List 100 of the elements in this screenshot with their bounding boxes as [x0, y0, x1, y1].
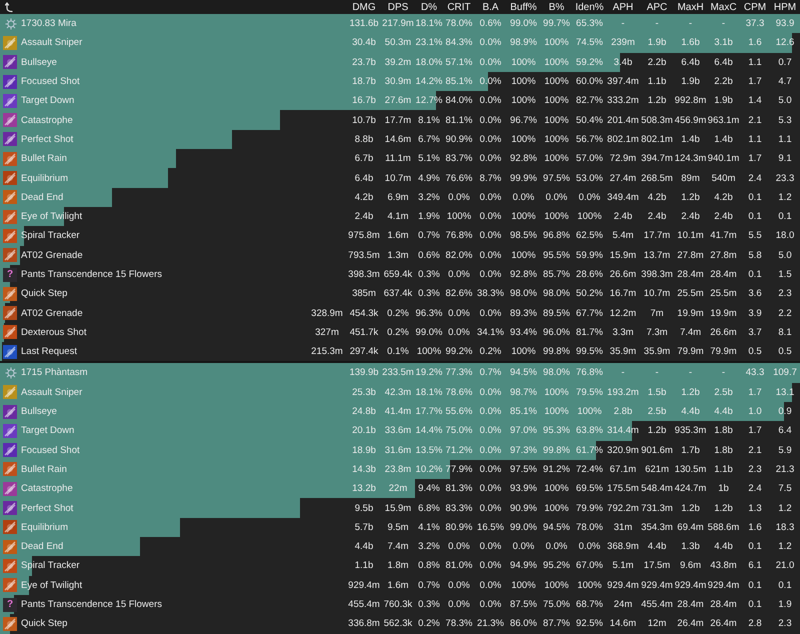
table-cell-text: 12.2m	[608, 308, 638, 319]
table-cell-text: 78.0%	[444, 18, 474, 30]
table-cell-text: 2.4	[747, 483, 763, 494]
table-cell-text: 97.5%	[542, 172, 571, 184]
table-cell-text: 1.1b	[646, 76, 668, 88]
table-cell-text: 6.4b	[354, 172, 374, 184]
table-cell-text: 1.2b	[646, 425, 668, 436]
table-cell-text: 35.9m	[608, 346, 638, 358]
table-cell-text: 82.6%	[444, 288, 474, 300]
table-cell-text: 77.3%	[444, 367, 474, 378]
column-header[interactable]: DMG	[346, 2, 382, 12]
table-cell-text: 0.0%	[544, 192, 568, 203]
table-cell-text: 65.3%	[575, 18, 604, 30]
table-cell-text: 760.3k	[382, 599, 414, 610]
table-cell: 268.5m	[640, 172, 674, 184]
table-cell-text: -	[620, 18, 626, 30]
column-header[interactable]: HPM	[770, 2, 800, 12]
table-cell-text: 100%	[543, 37, 570, 48]
table-cell-text: 24m	[612, 599, 634, 610]
table-cell-text: 0.0%	[478, 230, 502, 242]
table-cell-text: 82.7%	[575, 95, 604, 106]
table-cell: 130.5m	[674, 464, 707, 475]
column-header[interactable]: CPM	[740, 2, 770, 12]
table-cell-text: 2.2b	[646, 56, 668, 68]
table-cell-text: 14.6m	[384, 134, 412, 145]
table-cell-text: 1.1	[777, 134, 793, 145]
column-header[interactable]: APH	[606, 2, 640, 12]
table-cell-text: 42.3m	[384, 386, 412, 398]
column-header[interactable]: MaxC	[707, 2, 740, 12]
column-header[interactable]: Buff%	[507, 2, 540, 12]
table-cell-text: 85.1%	[509, 406, 538, 418]
table-cell-text: 2.2	[777, 308, 793, 319]
table-cell-text: 98.0%	[542, 288, 571, 300]
table-cell-text: 67.7%	[575, 308, 604, 319]
table-cell-text: 1.2b	[713, 502, 734, 514]
table-cell-text: 2.4b	[354, 211, 374, 222]
table-cell-text: 215.3m	[310, 346, 344, 358]
table-cell-text: 63.8%	[575, 425, 604, 436]
table-cell-text: 1.7b	[680, 444, 701, 456]
table-cell-text: 97.5%	[509, 464, 538, 475]
table-cell-text: 1.2b	[646, 95, 668, 106]
table-cell-text: 99.0%	[509, 18, 538, 30]
table-cell-text: 10.1m	[676, 230, 705, 242]
table-cell-text: 99.8%	[542, 444, 571, 456]
column-header[interactable]: Iden%	[573, 2, 606, 12]
class-emblem-icon	[5, 366, 17, 379]
table-cell-text: 17.7m	[384, 114, 412, 126]
table-cell-text: 328.9m	[310, 308, 344, 319]
table-cell-text: 26.6m	[608, 269, 638, 280]
table-cell-text: 90.9%	[509, 502, 538, 514]
table-cell: 802.1m	[640, 134, 674, 145]
column-header[interactable]: DPS	[382, 2, 414, 12]
column-header[interactable]: MaxH	[674, 2, 707, 12]
table-cell: 508.3m	[640, 114, 674, 126]
column-header[interactable]: D%	[414, 2, 444, 12]
table-cell-text: 1.2b	[680, 192, 701, 203]
table-cell: 175.5m	[606, 483, 640, 494]
table-cell-text: 27.8m	[676, 250, 705, 261]
skill-name: Dexterous Shot	[21, 326, 86, 338]
table-cell-text: 0.2%	[386, 308, 410, 319]
skill-name: Pants Transcendence 15 Flowers	[21, 599, 162, 610]
table-cell-text: 2.5b	[646, 406, 668, 418]
table-cell-text: 60.0%	[575, 76, 604, 88]
table-cell: 901.6m	[640, 444, 674, 456]
table-cell-text: 62.5%	[575, 230, 604, 242]
table-cell: 456.9m	[674, 114, 707, 126]
skill-name: Pants Transcendence 15 Flowers	[21, 269, 162, 280]
table-cell: 929.4m	[640, 580, 674, 591]
table-cell-text: 83.3%	[444, 502, 474, 514]
table-cell-text: 5.1m	[611, 560, 635, 572]
table-cell-text: 100%	[510, 56, 537, 68]
table-cell-text: 98.0%	[509, 288, 538, 300]
table-cell-text: 0.5	[777, 346, 793, 358]
table-cell-text: 85.1%	[444, 76, 474, 88]
table-cell-text: 0.1	[777, 211, 793, 222]
table-cell-text: 0.1	[747, 599, 763, 610]
table-cell-text: 1.8b	[713, 425, 734, 436]
skill-name: AT02 Grenade	[21, 308, 83, 319]
return-arrow-icon[interactable]	[5, 2, 14, 12]
column-header[interactable]: B%	[540, 2, 573, 12]
table-cell-text: 100%	[510, 211, 537, 222]
table-cell-text: 1.4b	[713, 134, 734, 145]
table-cell-text: 4.4b	[713, 406, 734, 418]
table-cell-text: 1.6	[747, 522, 763, 533]
table-cell-text: 1.7	[747, 386, 763, 398]
table-cell-text: 454.3k	[348, 308, 380, 319]
table-cell-text: 100%	[510, 250, 537, 261]
column-header[interactable]: APC	[640, 2, 674, 12]
table-cell-text: 1.2b	[680, 386, 701, 398]
table-cell-text: 93.4%	[509, 326, 538, 338]
table-cell-text: 0.6%	[478, 18, 502, 30]
table-cell-text: 1.9%	[417, 211, 441, 222]
table-cell-text: 50.3m	[384, 37, 412, 48]
column-header[interactable]: CRIT	[444, 2, 474, 12]
table-cell-text: 50.2%	[575, 288, 604, 300]
column-header[interactable]: B.A	[474, 2, 507, 12]
table-cell-text: -	[688, 367, 694, 378]
table-cell-text: 82.0%	[444, 250, 474, 261]
table-cell-text: 27.8m	[709, 250, 738, 261]
table-cell-text: 99.9%	[509, 172, 538, 184]
